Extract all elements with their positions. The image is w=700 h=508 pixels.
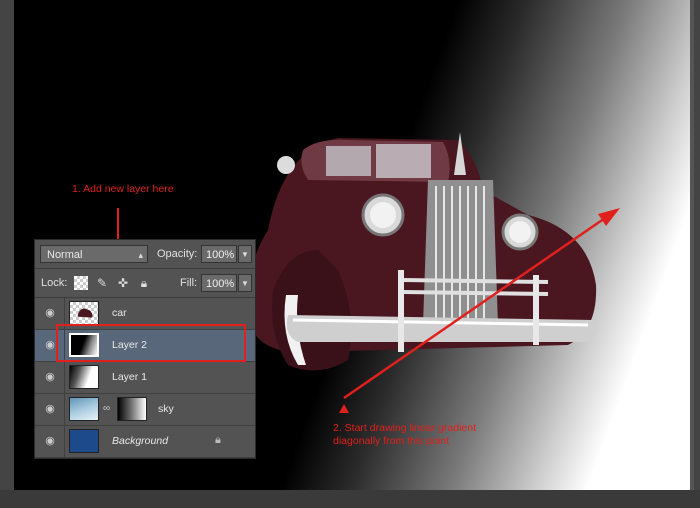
sky-layer-mask-thumbnail[interactable]: [117, 397, 147, 421]
layer-name: Background: [112, 435, 169, 447]
fill-label: Fill:: [180, 277, 198, 289]
car-layer-thumbnail: [69, 301, 99, 325]
sky-layer-thumbnail: [69, 397, 99, 421]
layer-divider: [64, 426, 65, 457]
fill-input[interactable]: 100%: [201, 274, 237, 292]
visibility-eye-icon[interactable]: ◉: [43, 307, 57, 319]
lock-label: Lock:: [41, 277, 68, 289]
blend-mode-value: Normal: [47, 249, 83, 261]
layer-lock-icon: 🔒︎: [215, 434, 221, 446]
fill-dropdown-icon[interactable]: ▼: [238, 274, 252, 292]
visibility-eye-icon[interactable]: ◉: [43, 403, 57, 415]
step2-annotation: 2. Start drawing linear gradient diagona…: [333, 422, 513, 448]
lock-transparent-pixels-icon[interactable]: [74, 276, 88, 290]
layer-name: Layer 1: [112, 371, 148, 383]
blend-mode-select[interactable]: Normal ▴: [40, 245, 148, 263]
visibility-eye-icon[interactable]: ◉: [43, 339, 57, 351]
layer-name: sky: [158, 403, 174, 415]
opacity-label: Opacity:: [157, 248, 198, 260]
opacity-input[interactable]: 100%: [201, 245, 237, 263]
layer-divider: [64, 362, 65, 393]
layer-name: car: [112, 307, 127, 319]
opacity-dropdown-icon[interactable]: ▼: [238, 245, 252, 263]
layers-panel-toolbar: Normal ▴ Opacity: 100% ▼: [35, 240, 255, 269]
layer-row-sky[interactable]: ◉ ∞ sky: [35, 394, 255, 426]
layer-divider: [64, 394, 65, 425]
layer-row-layer-1[interactable]: ◉ Layer 1: [35, 362, 255, 394]
vintage-car-image: [247, 132, 597, 371]
step1-annotation: 1. Add new layer here: [72, 183, 174, 195]
layer-1-thumbnail: [69, 365, 99, 389]
workspace-bottom-bar: [0, 490, 700, 508]
updown-arrow-icon: ▴: [138, 250, 143, 260]
background-layer-thumbnail: [69, 429, 99, 453]
step2-annotation-line2: diagonally from this point: [333, 435, 450, 447]
layer-row-background[interactable]: ◉ Background 🔒︎: [35, 426, 255, 458]
visibility-eye-icon[interactable]: ◉: [43, 435, 57, 447]
visibility-eye-icon[interactable]: ◉: [43, 371, 57, 383]
layer-2-highlight-box: [56, 324, 246, 362]
lock-all-icon[interactable]: 🔒︎: [137, 276, 151, 290]
lock-image-pixels-brush-icon[interactable]: ✎: [95, 276, 109, 290]
lock-position-move-icon[interactable]: ✜: [116, 276, 130, 290]
mask-link-icon[interactable]: ∞: [103, 403, 110, 414]
step2-annotation-line1: 2. Start drawing linear gradient: [333, 422, 476, 434]
lock-row: Lock: ✎ ✜ 🔒︎ Fill: 100% ▼: [35, 269, 255, 298]
start-point-marker-icon: [339, 404, 349, 413]
